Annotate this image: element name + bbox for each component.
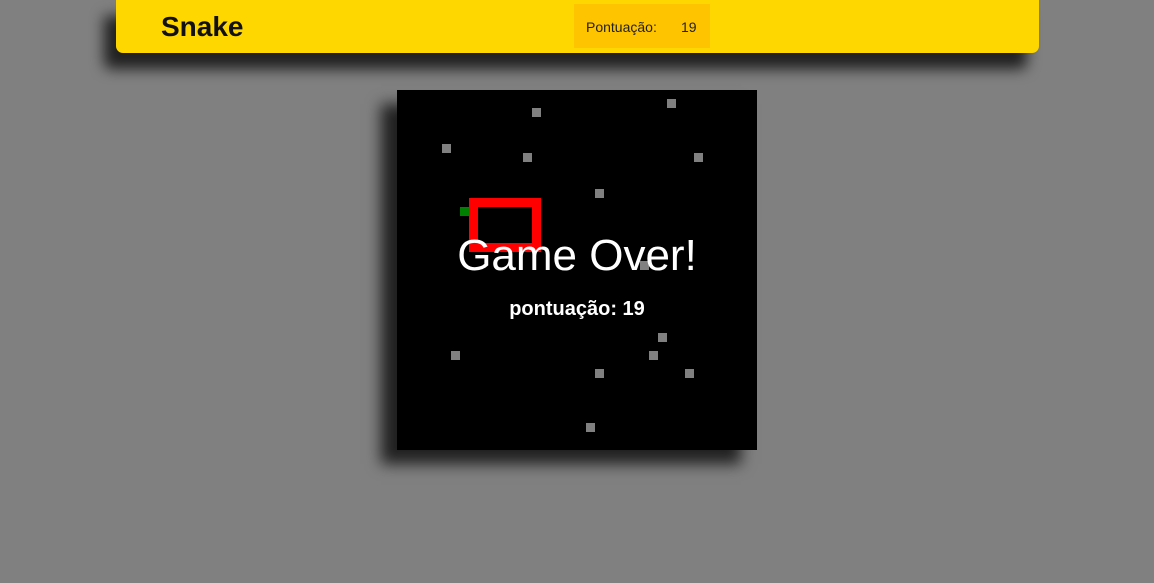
snake-segment	[478, 198, 487, 207]
snake-segment	[496, 198, 505, 207]
game-board[interactable]: Game Over! pontuação: 19	[397, 90, 757, 450]
snake-segment	[469, 207, 478, 216]
snake-segment	[469, 198, 478, 207]
obstacle-block	[658, 333, 667, 342]
obstacle-block	[595, 369, 604, 378]
obstacle-block	[442, 144, 451, 153]
obstacle-block	[694, 153, 703, 162]
obstacle-block	[649, 351, 658, 360]
score-label: Pontuação:	[586, 19, 657, 35]
obstacle-block	[523, 153, 532, 162]
snake-segment	[532, 198, 541, 207]
obstacle-block	[451, 351, 460, 360]
final-score: pontuação: 19	[509, 298, 645, 320]
game-over-message: Game Over!	[457, 231, 697, 280]
obstacle-block	[667, 99, 676, 108]
obstacle-block	[532, 108, 541, 117]
snake-segment	[514, 198, 523, 207]
obstacle-block	[586, 423, 595, 432]
snake-segment	[532, 207, 541, 216]
snake-segment	[532, 216, 541, 225]
obstacle-block	[595, 189, 604, 198]
snake-head	[460, 207, 469, 216]
obstacle-block	[685, 369, 694, 378]
snake-segment	[487, 198, 496, 207]
snake-segment	[523, 198, 532, 207]
snake-segment	[505, 198, 514, 207]
score-value: 19	[681, 19, 697, 35]
game-title: Snake	[161, 11, 244, 42]
header-bar: Snake Pontuação: 19	[116, 0, 1039, 53]
score-panel: Pontuação: 19	[574, 4, 710, 48]
snake-segment	[469, 216, 478, 225]
